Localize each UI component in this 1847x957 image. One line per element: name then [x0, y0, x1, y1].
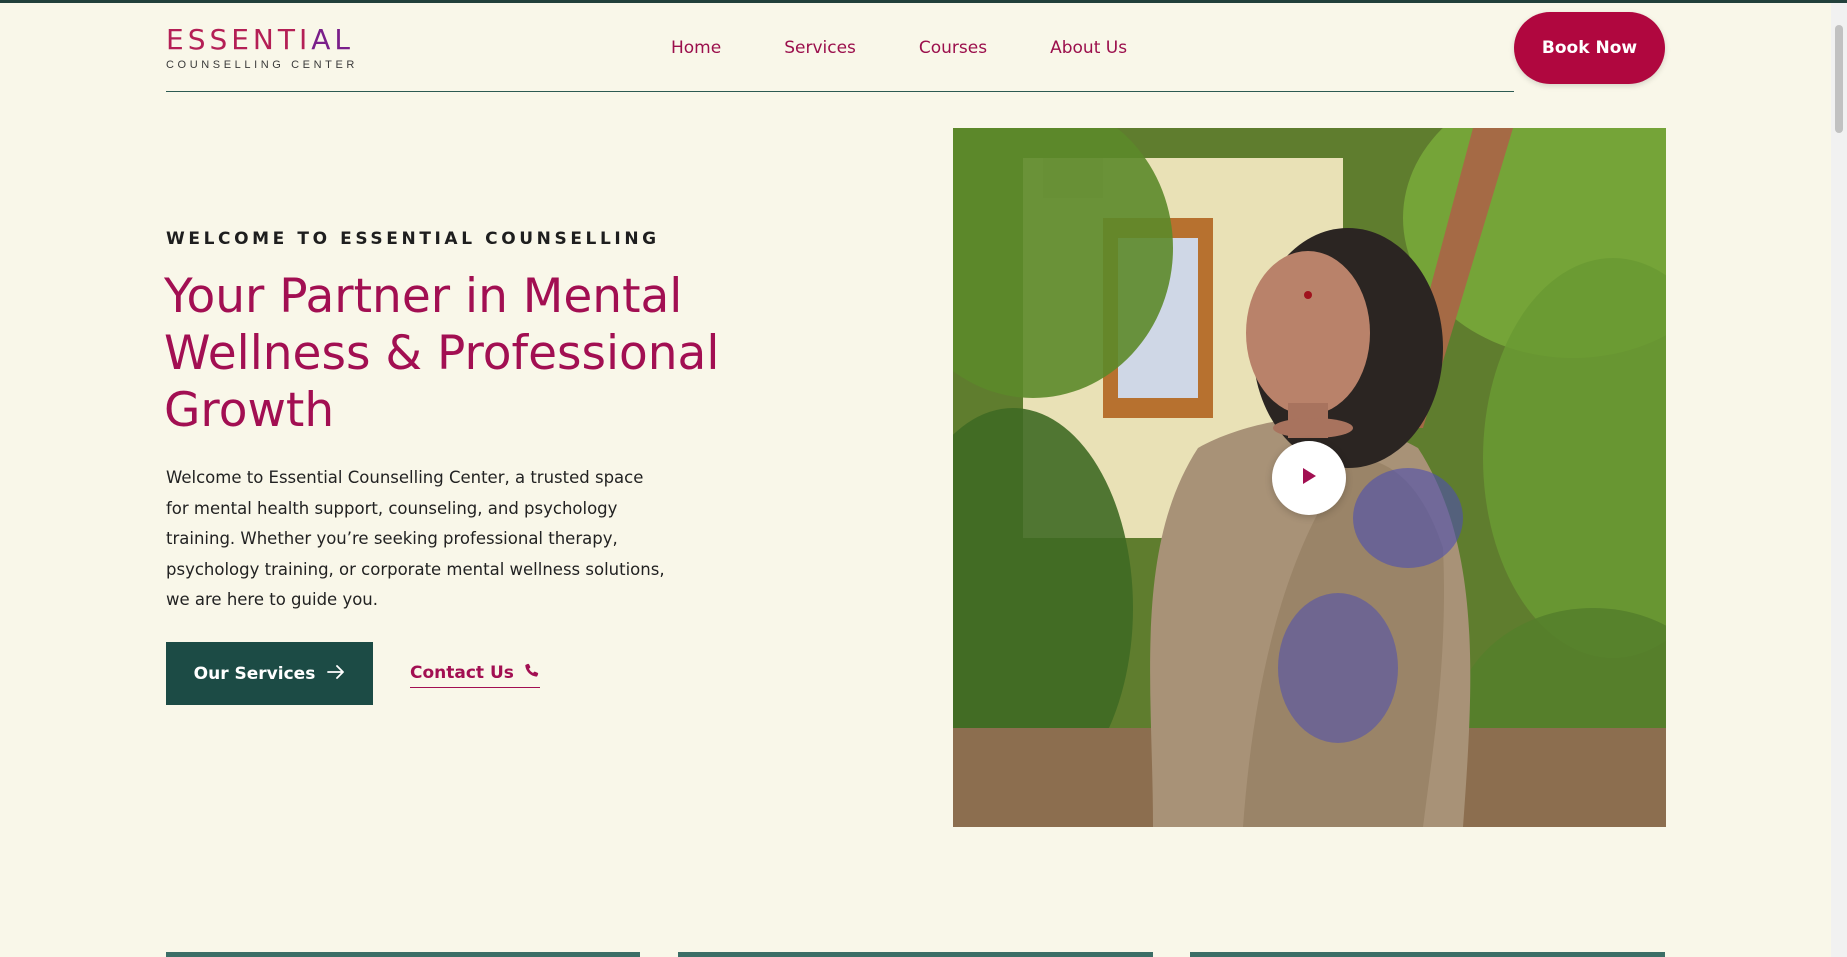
- our-services-label: Our Services: [193, 663, 316, 684]
- our-services-button[interactable]: Our Services: [166, 642, 373, 705]
- phone-icon: [524, 662, 540, 683]
- header-divider: [166, 91, 1514, 92]
- intro-line: Welcome to Essential Counselling Center,…: [166, 468, 644, 487]
- hero-headline: Your Partner in Mental Wellness & Profes…: [164, 268, 764, 439]
- nav-item-courses[interactable]: Courses: [919, 38, 987, 58]
- logo[interactable]: ESSENTIAL COUNSELLING CENTER: [166, 23, 358, 72]
- scrollbar-thumb[interactable]: [1835, 25, 1843, 133]
- intro-line: we are here to guide you.: [166, 590, 379, 609]
- headline-line: Growth: [164, 383, 335, 438]
- play-icon: [1300, 466, 1318, 491]
- book-now-button[interactable]: Book Now: [1514, 12, 1665, 84]
- arrow-right-icon: [327, 664, 345, 684]
- contact-us-link[interactable]: Contact Us: [410, 662, 540, 688]
- hero-eyebrow: WELCOME TO ESSENTIAL COUNSELLING: [166, 229, 660, 249]
- headline-line: Your Partner in Mental: [164, 269, 683, 324]
- service-card-edge: [678, 952, 1153, 957]
- site-header: ESSENTIAL COUNSELLING CENTER Home Servic…: [166, 3, 1665, 93]
- page-scrollbar[interactable]: [1831, 3, 1847, 957]
- nav-item-services[interactable]: Services: [784, 38, 856, 58]
- hero-intro: Welcome to Essential Counselling Center,…: [166, 463, 666, 616]
- service-card-edge: [166, 952, 640, 957]
- intro-line: for mental health support, counseling, a…: [166, 498, 618, 518]
- nav-item-home[interactable]: Home: [671, 38, 721, 58]
- main-nav: Home Services Courses About Us: [671, 38, 1127, 58]
- headline-line: Wellness & Professional: [164, 326, 720, 381]
- logo-subtitle: COUNSELLING CENTER: [166, 59, 358, 71]
- contact-us-label: Contact Us: [410, 662, 514, 683]
- intro-line: training. Whether you’re seeking profess…: [166, 529, 618, 548]
- nav-item-about-us[interactable]: About Us: [1050, 38, 1127, 58]
- play-video-button[interactable]: [1272, 441, 1346, 515]
- logo-wordmark: ESSENTIAL: [166, 23, 355, 56]
- intro-line: psychology training, or corporate mental…: [166, 559, 665, 579]
- service-card-edge: [1190, 952, 1665, 957]
